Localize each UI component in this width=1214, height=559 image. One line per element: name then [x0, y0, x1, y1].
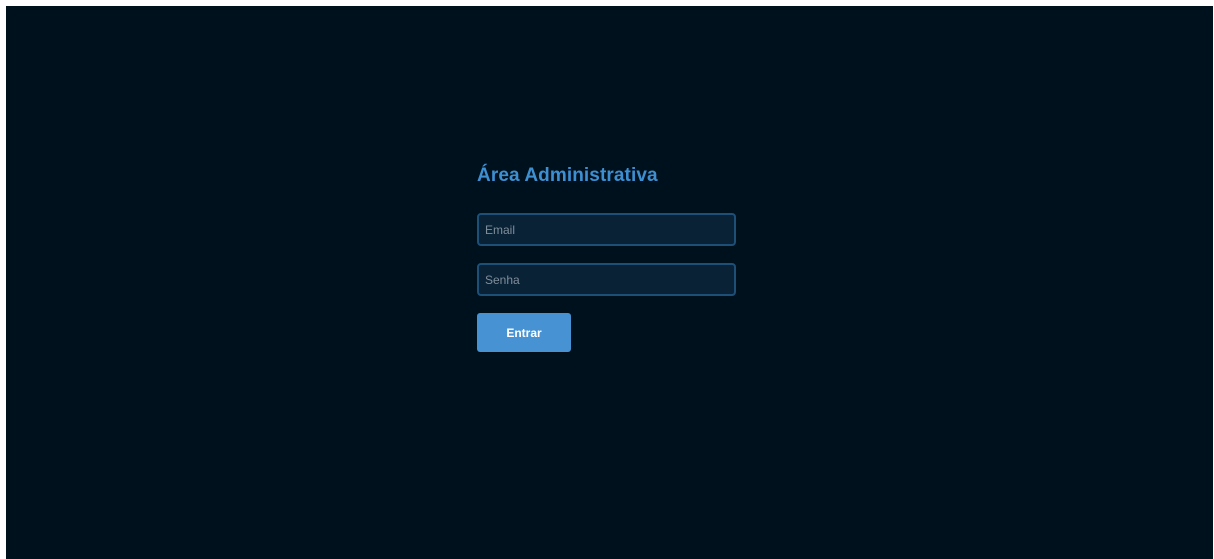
login-form: Área Administrativa Entrar	[477, 162, 737, 352]
page-title: Área Administrativa	[477, 165, 658, 186]
admin-login-page: Área Administrativa Entrar	[6, 6, 1213, 559]
email-input[interactable]	[477, 213, 736, 246]
login-button[interactable]: Entrar	[477, 313, 571, 352]
password-input[interactable]	[477, 263, 736, 296]
